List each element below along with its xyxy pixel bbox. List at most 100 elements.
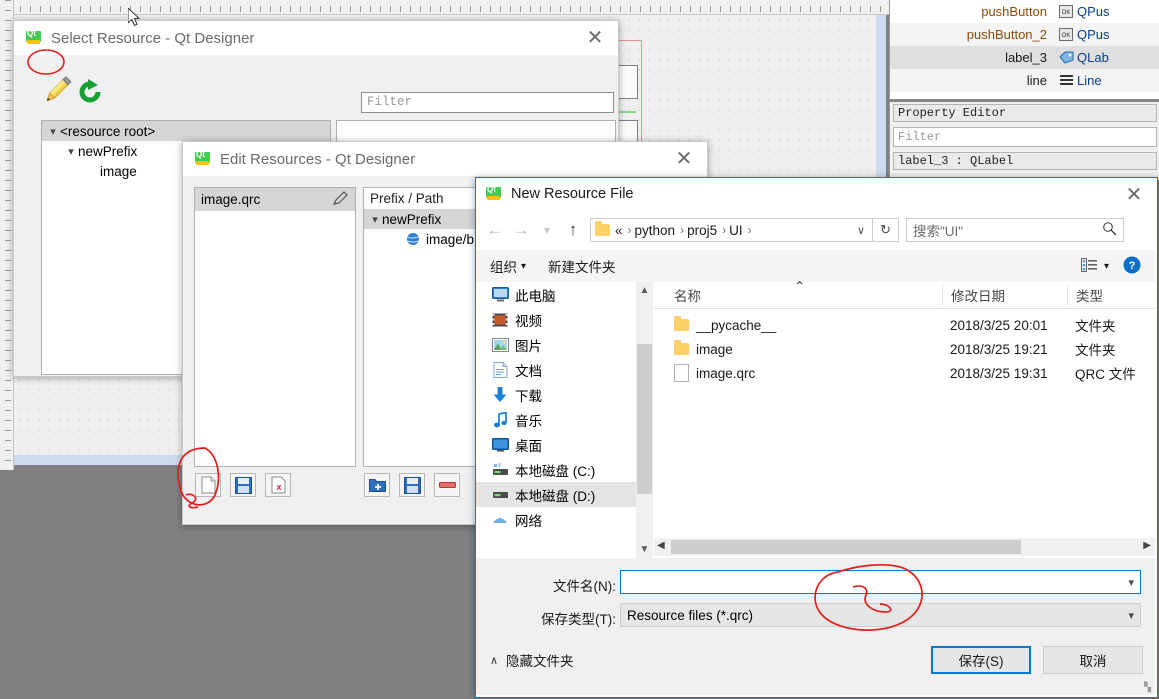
chevron-down-icon[interactable]: ▾ — [534, 217, 560, 243]
chevron-up-icon[interactable]: ▲ — [636, 282, 653, 299]
property-editor-filter-input[interactable]: Filter — [893, 127, 1157, 147]
chevron-down-icon[interactable]: ▾ — [64, 145, 78, 158]
object-inspector-row[interactable]: line Line — [890, 69, 1159, 92]
label-tag-icon — [1055, 51, 1077, 64]
object-inspector-panel[interactable]: pushButton OK QPus pushButton_2 OK QPus … — [889, 0, 1159, 100]
cancel-button[interactable]: 取消 — [1043, 646, 1143, 674]
arrow-right-icon[interactable]: → — [508, 217, 534, 243]
object-class: QLab — [1077, 50, 1109, 65]
breadcrumb-item-ui[interactable]: UI — [729, 223, 743, 238]
column-header-date[interactable]: 修改日期 — [942, 285, 1067, 305]
qrc-file-list-item[interactable]: image.qrc — [195, 188, 355, 211]
object-inspector-row-selected[interactable]: label_3 QLab — [890, 46, 1159, 69]
chevron-down-icon[interactable]: ▾ — [368, 213, 382, 226]
column-header-name[interactable]: 名称 ⌃ — [654, 279, 942, 305]
select-resource-titlebar[interactable]: Select Resource - Qt Designer ✕ — [14, 21, 618, 55]
address-bar[interactable]: « › python › proj5 › UI › ∨ — [590, 218, 873, 242]
select-resource-filter-input[interactable]: Filter — [361, 92, 614, 113]
open-resource-file-button[interactable] — [230, 473, 256, 497]
new-folder-button[interactable]: 新建文件夹 — [548, 256, 616, 276]
pencil-edit-icon[interactable] — [332, 190, 349, 209]
save-button[interactable]: 保存(S) — [931, 646, 1031, 674]
new-resource-file-button[interactable] — [195, 473, 221, 497]
breadcrumb-item-python[interactable]: python — [635, 223, 676, 238]
file-name-cell[interactable]: __pycache__ — [654, 316, 942, 333]
close-icon[interactable]: ✕ — [1111, 178, 1157, 210]
chevron-left-icon[interactable]: ◀ — [657, 540, 665, 551]
close-icon[interactable]: ✕ — [661, 142, 707, 174]
sidebar-item-local-disk-c[interactable]: 本地磁盘 (C:) — [476, 457, 636, 482]
tree-item-label: image/b — [426, 231, 475, 247]
filename-label: 文件名(N): — [553, 579, 616, 594]
navigation-bar[interactable]: ← → ▾ ↑ « › python › proj5 › UI › ∨ ↻ 搜索… — [476, 210, 1155, 250]
remove-resource-file-button[interactable]: x — [265, 473, 291, 497]
file-name-cell[interactable]: image — [654, 340, 942, 357]
file-list-row[interactable]: image.qrc 2018/3/25 19:31 QRC 文件 — [654, 361, 1155, 385]
close-icon[interactable]: ✕ — [572, 21, 618, 53]
file-type: QRC 文件 — [1075, 367, 1136, 382]
sidebar-item-videos[interactable]: 视频 — [476, 307, 636, 332]
edit-resources-titlebar[interactable]: Edit Resources - Qt Designer ✕ — [183, 142, 707, 176]
breadcrumb-item-proj5[interactable]: proj5 — [687, 223, 717, 238]
object-inspector-row[interactable]: pushButton OK QPus — [890, 0, 1159, 23]
column-header-type[interactable]: 类型 — [1067, 285, 1155, 305]
add-file-button[interactable] — [399, 473, 425, 497]
file-name-cell[interactable]: image.qrc — [654, 364, 942, 382]
new-resource-file-dialog[interactable]: New Resource File ✕ ← → ▾ ↑ « › python ›… — [475, 177, 1158, 698]
chevron-down-icon[interactable]: ▾ — [521, 261, 526, 272]
filetype-select[interactable]: Resource files (*.qrc) ▾ — [620, 603, 1141, 627]
new-resource-titlebar[interactable]: New Resource File ✕ — [476, 178, 1157, 210]
chevron-up-icon[interactable]: ∧ — [490, 654, 498, 667]
chevron-down-icon[interactable]: ∨ — [857, 224, 872, 237]
sidebar-item-documents[interactable]: 文档 — [476, 357, 636, 382]
prefix-path-toolbar[interactable] — [364, 473, 460, 497]
filename-input[interactable]: ▾ — [620, 570, 1141, 594]
arrow-up-icon[interactable]: ↑ — [560, 217, 586, 243]
file-list-row[interactable]: image 2018/3/25 19:21 文件夹 — [654, 337, 1155, 361]
refresh-icon[interactable]: ↻ — [873, 218, 899, 242]
tree-item-resource-root[interactable]: ▾ <resource root> — [42, 121, 330, 141]
chevron-down-icon[interactable]: ▾ — [1104, 261, 1109, 272]
qrc-file-toolbar[interactable]: x — [195, 473, 291, 497]
file-name: __pycache__ — [696, 317, 777, 333]
scrollbar-thumb[interactable] — [671, 540, 1021, 554]
places-sidebar[interactable]: 此电脑 视频 图片 文档 下载 音乐 桌面 本地磁盘 (C:) 本地磁盘 (D:… — [476, 282, 636, 558]
arrow-left-icon[interactable]: ← — [482, 217, 508, 243]
sidebar-item-this-pc[interactable]: 此电脑 — [476, 282, 636, 307]
chevron-down-icon[interactable]: ▼ — [636, 541, 653, 558]
organize-button[interactable]: 组织 — [490, 256, 517, 276]
add-folder-button[interactable] — [364, 473, 390, 497]
sidebar-item-local-disk-d[interactable]: 本地磁盘 (D:) — [476, 482, 636, 507]
desktop-icon — [490, 437, 510, 452]
chevron-down-icon[interactable]: ▾ — [1128, 576, 1134, 589]
sidebar-item-desktop[interactable]: 桌面 — [476, 432, 636, 457]
file-date: 2018/3/25 19:31 — [950, 365, 1048, 381]
chevron-down-icon[interactable]: ▾ — [46, 125, 60, 138]
chevron-right-icon[interactable]: ▶ — [1143, 540, 1151, 551]
scrollbar-thumb[interactable] — [637, 344, 652, 494]
sidebar-item-network[interactable]: 网络 — [476, 507, 636, 532]
qrc-file-list[interactable]: image.qrc — [194, 187, 356, 467]
reload-refresh-icon[interactable] — [76, 78, 104, 106]
file-list[interactable]: 名称 ⌃ 修改日期 类型 __pycache__ 2018/3/25 20:01… — [654, 279, 1155, 536]
resize-grip-icon[interactable]: ▚ — [1144, 682, 1152, 693]
sidebar-item-pictures[interactable]: 图片 — [476, 332, 636, 357]
file-list-row[interactable]: __pycache__ 2018/3/25 20:01 文件夹 — [654, 313, 1155, 337]
sidebar-item-label: 此电脑 — [515, 288, 556, 304]
dock-splitter[interactable] — [889, 99, 1159, 101]
command-bar[interactable]: 组织 ▾ 新建文件夹 ▾ ? — [476, 250, 1155, 283]
view-layout-icon[interactable] — [1080, 257, 1097, 275]
chevron-down-icon[interactable]: ▾ — [1128, 609, 1134, 622]
help-question-icon[interactable]: ? — [1123, 256, 1141, 277]
property-editor-panel[interactable]: Property Editor Filter label_3 : QLabel — [889, 102, 1159, 180]
search-input[interactable]: 搜索"UI" — [906, 218, 1124, 242]
hide-folders-toggle[interactable]: 隐藏文件夹 — [506, 650, 574, 670]
object-inspector-row[interactable]: pushButton_2 OK QPus — [890, 23, 1159, 46]
sidebar-scrollbar[interactable]: ▲ ▼ — [636, 282, 653, 558]
file-list-horizontal-scrollbar[interactable]: ◀ ▶ — [654, 538, 1155, 556]
pencil-edit-icon[interactable] — [38, 73, 74, 109]
remove-item-button[interactable] — [434, 473, 460, 497]
sidebar-item-music[interactable]: 音乐 — [476, 407, 636, 432]
file-list-header[interactable]: 名称 ⌃ 修改日期 类型 — [654, 279, 1155, 309]
sidebar-item-downloads[interactable]: 下载 — [476, 382, 636, 407]
